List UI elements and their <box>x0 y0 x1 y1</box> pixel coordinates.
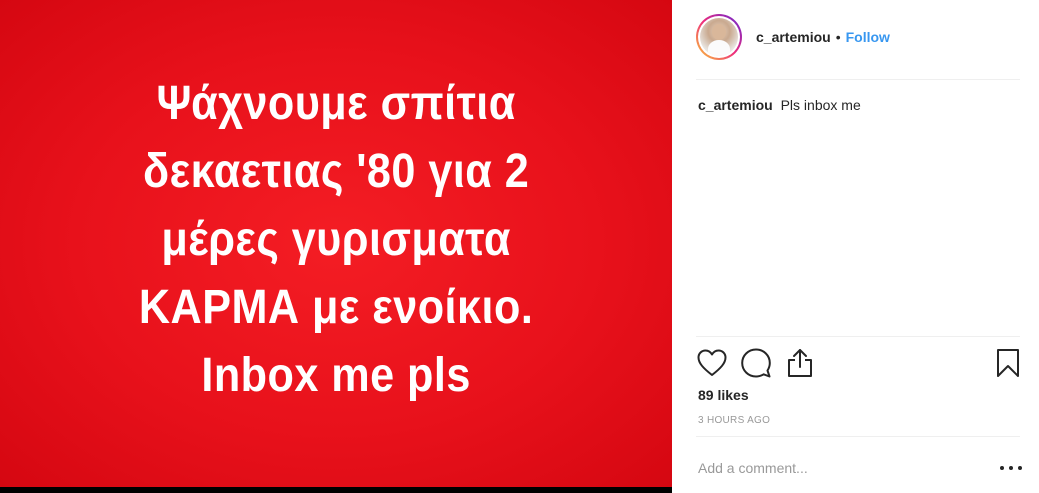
avatar-border <box>698 16 740 58</box>
avatar[interactable] <box>696 14 742 60</box>
post-timestamp[interactable]: 3 HOURS AGO <box>698 415 770 426</box>
comment-icon[interactable] <box>740 347 772 379</box>
share-icon[interactable] <box>784 347 816 379</box>
follow-button[interactable]: Follow <box>846 29 890 45</box>
heart-icon[interactable] <box>696 347 728 379</box>
divider <box>696 336 1020 337</box>
more-dot <box>1009 466 1013 470</box>
post-caption: c_artemiou Pls inbox me <box>698 96 1018 114</box>
header-separator: • <box>835 29 841 45</box>
post-media[interactable]: Ψάχνουμε σπίτια δεκαετιας '80 για 2 μέρε… <box>0 0 672 493</box>
post-header: c_artemiou • Follow <box>696 10 1020 64</box>
caption-text: Pls inbox me <box>780 97 861 113</box>
post-image-line: ΚΑΡΜΑ με ενοίκιο. <box>138 280 534 334</box>
post-side-panel: c_artemiou • Follow c_artemiou Pls inbox… <box>672 0 1039 493</box>
post-image-text: Ψάχνουμε σπίτια δεκαετιας '80 για 2 μέρε… <box>139 70 533 410</box>
avatar-image <box>700 18 738 56</box>
post-image[interactable]: Ψάχνουμε σπίτια δεκαετιας '80 για 2 μέρε… <box>0 0 672 488</box>
header-username[interactable]: c_artemiou <box>756 29 831 45</box>
more-dot <box>1000 466 1004 470</box>
comment-input[interactable] <box>698 456 988 480</box>
post-image-line: Inbox me pls <box>201 348 471 402</box>
post-image-line: δεκαετιας '80 για 2 <box>142 144 530 198</box>
bookmark-icon[interactable] <box>992 347 1024 379</box>
more-options-icon[interactable] <box>1000 458 1022 478</box>
action-bar <box>696 345 1020 379</box>
more-dot <box>1018 466 1022 470</box>
post-image-line: Ψάχνουμε σπίτια <box>156 76 516 130</box>
caption-username[interactable]: c_artemiou <box>698 97 773 113</box>
post-image-line: μέρες γυρισματα <box>161 212 511 266</box>
divider <box>696 79 1020 80</box>
likes-count[interactable]: 89 likes <box>698 387 749 403</box>
divider <box>696 436 1020 437</box>
